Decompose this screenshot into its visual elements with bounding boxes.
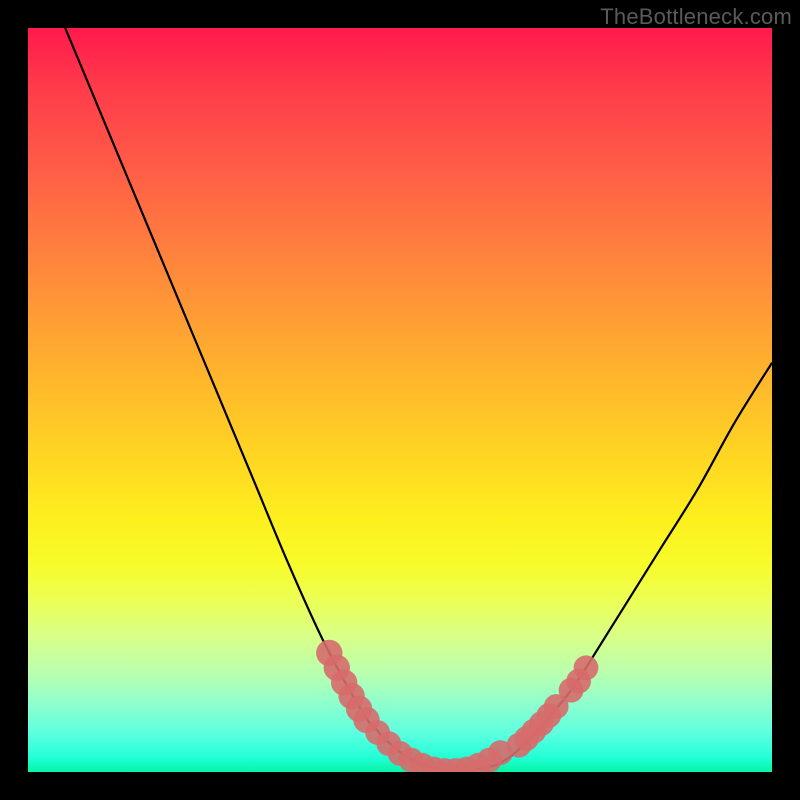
watermark-text: TheBottleneck.com (600, 4, 792, 30)
marker-dot (574, 655, 599, 680)
bottleneck-curve (65, 28, 772, 771)
chart-svg (28, 28, 772, 772)
plot-area (28, 28, 772, 772)
chart-frame: TheBottleneck.com (0, 0, 800, 800)
marker-group (316, 640, 598, 772)
